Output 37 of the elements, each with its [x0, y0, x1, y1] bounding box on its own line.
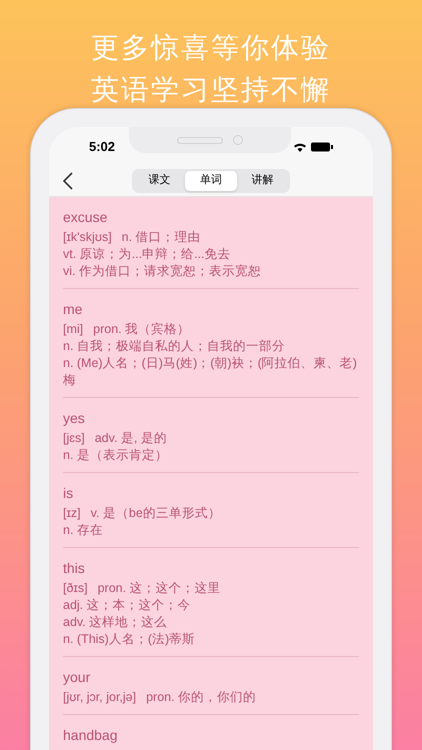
definition: v. 是（be的三单形式）	[90, 505, 221, 522]
definition: n. 自我；极端自私的人；自我的一部分	[63, 338, 285, 355]
back-icon[interactable]	[63, 172, 73, 190]
definition: pron. 你的，你们的	[146, 689, 256, 706]
headline: 更多惊喜等你体验	[91, 30, 331, 66]
tab[interactable]: 讲解	[236, 170, 288, 190]
word: your	[63, 668, 92, 687]
word: me	[63, 300, 84, 319]
status-time: 5:02	[89, 138, 116, 156]
definition: vi. 作为借口；请求宽恕；表示宽恕	[63, 263, 261, 280]
phonetic: [jɛs]	[63, 430, 85, 447]
battery-icon	[311, 142, 333, 152]
definition: n. 存在	[63, 522, 103, 539]
word: this	[63, 559, 86, 578]
definition: pron. 这；这个；这里	[98, 580, 221, 597]
definition: n. 是（表示肯定）	[63, 447, 168, 464]
word: yes	[63, 409, 86, 428]
tab[interactable]: 单词	[185, 170, 237, 190]
definition: n. (This)人名；(法)蒂斯	[63, 631, 196, 648]
phonetic: [ðɪs]	[63, 580, 88, 597]
phonetic: [ɪk'skjʊs]	[63, 229, 112, 246]
word: handbag	[63, 726, 119, 745]
phonetic: [ɪz]	[63, 505, 81, 522]
phonetic: [mi]	[63, 321, 84, 338]
definition: adv. 这样地；这么	[63, 614, 168, 631]
word: excuse	[63, 208, 108, 227]
headline: 英语学习坚持不懈	[91, 72, 331, 108]
wifi-icon	[293, 142, 307, 152]
word: is	[63, 484, 74, 503]
definition: vt. 原谅；为...申辩；给...免去	[63, 246, 231, 263]
definition: pron. 我（宾格）	[93, 321, 190, 338]
definition: adv. 是, 是的	[94, 430, 167, 447]
definition: n. (Me)人名；(日)马(姓)；(朝)袂；(阿拉伯、柬、老)梅	[63, 355, 358, 389]
tab[interactable]: 课文	[134, 170, 186, 190]
phonetic: [jʊr, jɔr, jor,jə]	[63, 689, 136, 706]
definition: adj. 这；本；这个；今	[63, 597, 191, 614]
definition: n. 借口；理由	[122, 229, 201, 246]
